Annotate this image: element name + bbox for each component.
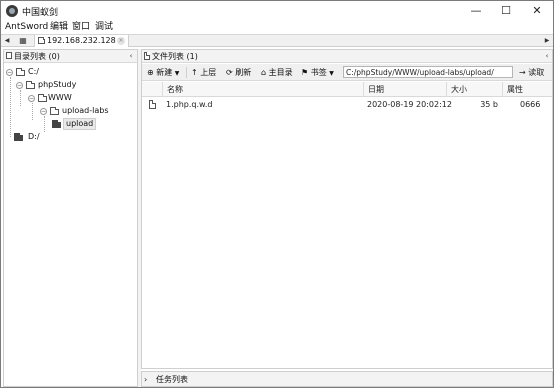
tree-collapse-icon[interactable]: − [6,69,13,76]
plus-circle-icon: ⊕ [147,68,154,77]
directory-panel: 目录列表 (0) ‹ − C:/ − phpStudy − WWW − uplo… [3,49,138,387]
read-button[interactable]: → 读取 [519,66,544,79]
refresh-icon: ⟳ [226,68,233,77]
menu-edit[interactable]: 编辑 [50,21,68,34]
chevron-down-icon: ▼ [329,70,334,77]
toolbar-divider [186,67,187,78]
new-button[interactable]: ⊕ 新建 ▼ [147,66,179,79]
directory-panel-header: 目录列表 (0) ‹ [4,50,137,63]
tab-connection[interactable]: 192.168.232.128 × [34,35,129,47]
folder-open-icon [52,120,61,128]
file-panel-header: 文件列表 (1) ‹ [142,50,552,63]
file-name: 1.php.q.w.d [166,100,213,109]
directory-panel-title: 目录列表 (0) [14,52,60,61]
file-size: 35 b [480,100,498,109]
menu-window[interactable]: 窗口 [72,21,90,34]
chevron-down-icon: ▼ [174,70,180,77]
tree-line [32,103,33,120]
tree-item-label: phpStudy [38,80,77,89]
folder-icon [6,52,12,59]
tab-scroll-right-icon[interactable]: ▶ [542,35,552,47]
maximize-button[interactable]: ☐ [491,1,521,21]
bookmarks-button-label: 书签 [310,68,327,77]
refresh-button[interactable]: ⟳ 刷新 [226,66,251,79]
folder-icon [38,37,45,44]
column-header-size[interactable]: 大小 [446,82,502,97]
column-icon-header [142,82,162,97]
menu-bar: AntSword 编辑 窗口 调试 [1,21,553,34]
tree-item-d-drive[interactable]: D:/ [12,131,126,143]
file-toolbar: ⊕ 新建 ▼ ↑ 上层 ⟳ 刷新 ⌂ 主目录 ⚑ 书签 ▼ C:/phpStud… [142,64,552,81]
read-button-label: 读取 [528,68,545,77]
home-button-label: 主目录 [268,68,293,77]
column-header-name[interactable]: 名称 [162,82,363,97]
column-header-attr[interactable]: 属性 [502,82,552,97]
antsword-icon [6,5,18,17]
tree-collapse-icon[interactable]: − [40,108,47,115]
bookmarks-button[interactable]: ⚑ 书签 ▼ [301,66,334,79]
tree-item-label: upload-labs [62,106,109,115]
tree-item-upload[interactable]: upload [50,118,97,130]
bookmark-icon: ⚑ [301,68,309,77]
folder-icon [38,94,47,102]
minimize-button[interactable]: — [461,1,491,21]
file-panel-title: 文件列表 (1) [152,52,198,61]
home-icon: ⌂ [261,68,267,77]
path-input[interactable] [343,66,513,78]
file-attr: 0666 [520,100,541,109]
folder-icon [26,81,35,89]
up-button[interactable]: ↑ 上层 [191,66,216,79]
folder-icon [16,68,25,76]
tree-item-label: upload [63,118,97,130]
tab-close-icon[interactable]: × [117,37,125,45]
column-header-date[interactable]: 日期 [363,82,446,97]
tree-item-c-drive[interactable]: − C:/ [6,66,126,78]
menu-antsword[interactable]: AntSword [5,21,48,34]
file-date: 2020-08-19 20:02:12 [367,100,452,109]
arrow-up-icon: ↑ [191,68,198,77]
tab-connection-label: 192.168.232.128 [47,36,116,45]
file-row[interactable]: 1.php.q.w.d 2020-08-19 20:02:12 35 b 066… [142,98,552,112]
home-button[interactable]: ⌂ 主目录 [261,66,293,79]
tab-bar: ◀ ▦ 192.168.232.128 × ▶ [1,34,553,47]
tree-collapse-icon[interactable]: − [28,95,35,102]
up-button-label: 上层 [200,68,217,77]
expand-icon[interactable]: › [144,372,147,387]
task-panel-title: 任务列表 [156,375,188,384]
tab-scroll-left-icon[interactable]: ◀ [2,35,12,47]
tree-item-label: D:/ [28,132,40,141]
close-button[interactable]: ✕ [522,1,552,21]
tree-collapse-icon[interactable]: − [16,82,23,89]
file-icon [144,52,150,60]
folder-icon [50,107,59,115]
tree-item-phpstudy[interactable]: − phpStudy [16,79,126,91]
file-grid-header: 名称 日期 大小 属性 [142,82,552,97]
refresh-button-label: 刷新 [235,68,252,77]
arrow-right-icon: → [519,68,526,77]
new-button-label: 新建 [156,68,173,77]
collapse-left-icon[interactable]: ‹ [126,50,136,63]
tree-item-upload-labs[interactable]: − upload-labs [40,105,126,117]
tab-home-grid-icon[interactable]: ▦ [16,35,30,47]
folder-icon [14,133,23,141]
tree-line [44,116,45,132]
collapse-right-icon[interactable]: ‹ [542,50,552,63]
file-icon [149,100,156,109]
window-title: 中国蚁剑 [22,8,59,18]
tree-line [10,77,11,137]
app-window: 中国蚁剑 — ☐ ✕ AntSword 编辑 窗口 调试 ◀ ▦ 192.168… [0,0,554,388]
file-panel: 文件列表 (1) ‹ ⊕ 新建 ▼ ↑ 上层 ⟳ 刷新 ⌂ 主目录 ⚑ 书签 ▼… [141,49,553,369]
tree-line [20,90,21,106]
tree-item-www[interactable]: − WWW [28,92,126,104]
menu-debug[interactable]: 调试 [95,21,113,34]
title-bar: 中国蚁剑 — ☐ ✕ [1,1,553,21]
task-panel[interactable]: › 任务列表 [141,371,553,387]
tree-item-label: WWW [48,93,72,102]
tree-item-label: C:/ [28,67,39,76]
